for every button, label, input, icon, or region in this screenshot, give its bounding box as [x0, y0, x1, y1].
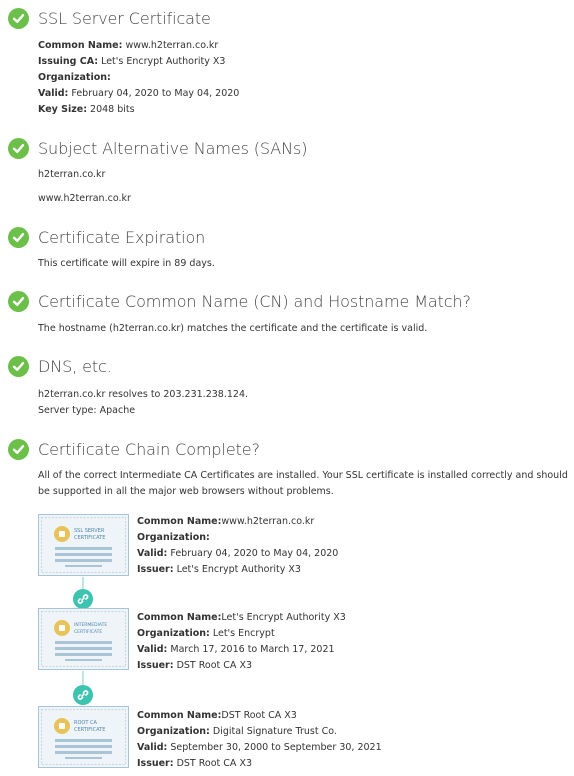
section-title: Certificate Expiration: [38, 227, 206, 247]
common-name-row: Common Name: www.h2terran.co.kr: [38, 38, 218, 54]
certificate-icon: SSL SERVER CERTIFICATE: [38, 514, 129, 576]
organization-label: Organization:: [137, 532, 210, 543]
badge-line2: CERTIFICATE: [74, 727, 105, 733]
ssl-checker-results: SSL Server Certificate Common Name: www.…: [0, 0, 574, 776]
valid-label: Valid:: [137, 548, 168, 559]
badge-line1: SSL SERVER: [74, 528, 105, 534]
issuer-label: Issuer:: [137, 564, 174, 575]
certificate-icon: INTERMEDIATE CERTIFICATE: [38, 608, 129, 670]
valid-value: February 04, 2020 to May 04, 2020: [170, 548, 339, 559]
hostname-text: The hostname (h2terran.co.kr) matches th…: [38, 323, 428, 334]
common-name-label: Common Name:: [137, 516, 222, 527]
link-icon: [73, 685, 93, 705]
section-header: SSL Server Certificate: [8, 7, 211, 29]
chain-cert-details: Common Name:www.h2terran.co.kr Organizat…: [137, 514, 338, 578]
valid-label: Valid:: [38, 88, 69, 99]
common-name-value: www.h2terran.co.kr: [221, 516, 315, 527]
key-size-row: Key Size: 2048 bits: [38, 102, 135, 118]
san-item: h2terran.co.kr: [38, 169, 106, 180]
common-name-label: Common Name:: [137, 710, 222, 721]
section-header: Certificate Common Name (CN) and Hostnam…: [8, 290, 471, 312]
organization-label: Organization:: [38, 72, 111, 83]
issuer-value: DST Root CA X3: [176, 758, 252, 769]
check-circle-icon: [8, 226, 29, 248]
server-type-text: Server type: Apache: [38, 405, 136, 416]
check-circle-icon: [8, 290, 29, 312]
section-title: Subject Alternative Names (SANs): [38, 138, 308, 158]
common-name-value: www.h2terran.co.kr: [125, 40, 219, 51]
section-sans: Subject Alternative Names (SANs) h2terra…: [0, 137, 574, 207]
badge-line2: CERTIFICATE: [74, 629, 102, 635]
section-header: Subject Alternative Names (SANs): [8, 137, 307, 159]
section-title: Certificate Common Name (CN) and Hostnam…: [38, 291, 471, 311]
common-name-value: DST Root CA X3: [221, 710, 297, 721]
certificate-icon: ROOT CA CERTIFICATE: [38, 706, 129, 768]
issuing-ca-value: Let's Encrypt Authority X3: [101, 56, 226, 67]
section-hostname-match: Certificate Common Name (CN) and Hostnam…: [0, 290, 574, 338]
link-icon: [73, 589, 93, 609]
section-title: SSL Server Certificate: [38, 8, 211, 28]
organization-row: Organization:: [38, 70, 111, 86]
check-circle-icon: [8, 7, 29, 29]
valid-value: September 30, 2000 to September 30, 2021: [170, 742, 382, 753]
issuer-value: Let's Encrypt Authority X3: [176, 564, 301, 575]
issuing-ca-label: Issuing CA:: [38, 56, 99, 67]
issuer-label: Issuer:: [137, 758, 174, 769]
chain-cert-details: Common Name:DST Root CA X3 Organization:…: [137, 708, 382, 772]
section-header: Certificate Chain Complete?: [8, 438, 260, 460]
badge-line1: ROOT CA: [74, 720, 97, 726]
issuer-label: Issuer:: [137, 660, 174, 671]
section-title: DNS, etc.: [38, 356, 112, 376]
issuer-value: DST Root CA X3: [176, 660, 252, 671]
organization-value: Digital Signature Trust Co.: [212, 726, 337, 737]
chain-cert-details: Common Name:Let's Encrypt Authority X3 O…: [137, 610, 346, 674]
valid-row: Valid: February 04, 2020 to May 04, 2020: [38, 86, 239, 102]
common-name-label: Common Name:: [38, 40, 123, 51]
badge-line2: CERTIFICATE: [74, 535, 105, 541]
section-dns: DNS, etc. h2terran.co.kr resolves to 203…: [0, 355, 574, 421]
key-size-label: Key Size:: [38, 104, 88, 115]
common-name-value: Let's Encrypt Authority X3: [221, 612, 346, 623]
section-title: Certificate Chain Complete?: [38, 439, 260, 459]
check-circle-icon: [8, 438, 29, 460]
check-circle-icon: [8, 137, 29, 159]
chain-description: All of the correct Intermediate CA Certi…: [38, 470, 568, 497]
expiration-text: This certificate will expire in 89 days.: [38, 258, 215, 269]
section-header: Certificate Expiration: [8, 226, 205, 248]
san-item: www.h2terran.co.kr: [38, 193, 131, 204]
common-name-label: Common Name:: [137, 612, 222, 623]
valid-label: Valid:: [137, 644, 168, 655]
dns-resolves-text: h2terran.co.kr resolves to 203.231.238.1…: [38, 389, 249, 400]
key-size-value: 2048 bits: [90, 104, 135, 115]
organization-label: Organization:: [137, 628, 210, 639]
valid-label: Valid:: [137, 742, 168, 753]
check-circle-icon: [8, 355, 29, 377]
valid-value: February 04, 2020 to May 04, 2020: [71, 88, 240, 99]
badge-line1: INTERMEDIATE: [74, 622, 107, 628]
section-certificate-chain: Certificate Chain Complete? All of the c…: [0, 438, 574, 776]
issuing-ca-row: Issuing CA: Let's Encrypt Authority X3: [38, 54, 225, 70]
valid-value: March 17, 2016 to March 17, 2021: [170, 644, 335, 655]
organization-value: Let's Encrypt: [212, 628, 275, 639]
section-certificate-expiration: Certificate Expiration This certificate …: [0, 226, 574, 274]
organization-label: Organization:: [137, 726, 210, 737]
section-ssl-server-certificate: SSL Server Certificate Common Name: www.…: [0, 7, 574, 122]
section-header: DNS, etc.: [8, 355, 112, 377]
